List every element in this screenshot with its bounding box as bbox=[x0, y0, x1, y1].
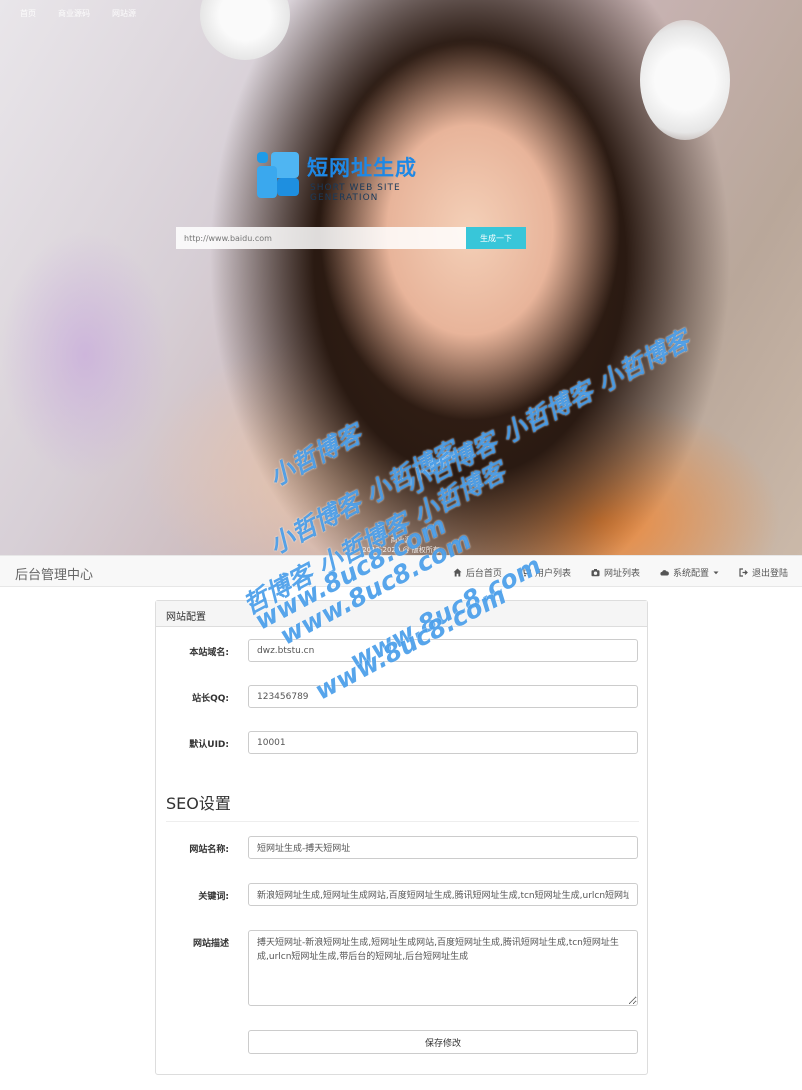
keywords-label: 关键词: bbox=[198, 892, 229, 902]
logo-title: 短网址生成 bbox=[307, 156, 417, 180]
uid-input[interactable] bbox=[248, 731, 638, 754]
seo-divider bbox=[166, 821, 639, 822]
nav-system-config[interactable]: 系统配置 bbox=[660, 566, 719, 579]
description-label: 网站描述 bbox=[192, 939, 229, 949]
site-name-label: 网站名称: bbox=[189, 845, 229, 855]
hero-nav-home[interactable]: 首页 bbox=[20, 8, 36, 19]
seo-section-title: SEO设置 bbox=[166, 794, 231, 813]
admin-navbar: 后台管理中心 后台首页 用户列表 网址列表 系统配置 退出登陆 bbox=[0, 555, 802, 587]
site-domain-input[interactable] bbox=[248, 639, 638, 662]
nav-user-list-label: 用户列表 bbox=[534, 568, 571, 579]
hero-top-nav: 首页 商业源码 网站源 bbox=[20, 8, 136, 19]
nav-logout-label: 退出登陆 bbox=[751, 568, 788, 579]
description-textarea[interactable]: 搏天短网址-新浪短网址生成,短网址生成网站,百度短网址生成,腾讯短网址生成,tc… bbox=[248, 930, 638, 1006]
admin-nav-links: 后台首页 用户列表 网址列表 系统配置 退出登陆 bbox=[453, 556, 788, 588]
url-generator-form: 生成一下 bbox=[176, 227, 526, 249]
generate-button[interactable]: 生成一下 bbox=[466, 227, 526, 249]
hero-nav-site-source[interactable]: 网站源 bbox=[112, 8, 136, 19]
site-name-input[interactable] bbox=[248, 836, 638, 859]
save-button[interactable]: 保存修改 bbox=[248, 1030, 638, 1054]
panel-heading: 网站配置 bbox=[156, 601, 647, 627]
cart-icon bbox=[521, 567, 531, 577]
url-input[interactable] bbox=[176, 227, 466, 249]
nav-user-list[interactable]: 用户列表 bbox=[521, 566, 571, 579]
keywords-input[interactable] bbox=[248, 883, 638, 906]
logout-icon bbox=[739, 567, 748, 577]
nav-dashboard[interactable]: 后台首页 bbox=[453, 566, 502, 579]
nav-system-config-label: 系统配置 bbox=[672, 568, 709, 579]
admin-brand[interactable]: 后台管理中心 bbox=[15, 564, 93, 583]
nav-url-list[interactable]: 网址列表 bbox=[591, 566, 640, 579]
qq-label: 站长QQ: bbox=[192, 694, 229, 704]
hero-flowers bbox=[0, 230, 170, 480]
hero-banner: 首页 商业源码 网站源 短网址生成 SHORT WEB SITE GENERAT… bbox=[0, 0, 802, 555]
hero-lace-right bbox=[640, 20, 730, 140]
nav-url-list-label: 网址列表 bbox=[603, 568, 640, 579]
cloud-icon bbox=[660, 568, 669, 577]
caret-down-icon bbox=[713, 568, 719, 577]
qq-input[interactable] bbox=[248, 685, 638, 708]
hero-nav-business-source[interactable]: 商业源码 bbox=[58, 8, 90, 19]
logo-mark-icon bbox=[255, 152, 301, 198]
hero-footer-line1: 商业源 bbox=[390, 536, 412, 544]
nav-dashboard-label: 后台首页 bbox=[465, 568, 502, 579]
home-icon bbox=[453, 568, 462, 577]
logo-subtitle: SHORT WEB SITE GENERATION bbox=[310, 183, 401, 203]
camera-icon bbox=[591, 568, 600, 577]
site-domain-label: 本站域名: bbox=[189, 648, 229, 658]
hero-lace-left bbox=[200, 0, 290, 60]
nav-logout[interactable]: 退出登陆 bbox=[739, 566, 788, 579]
hero-footer-line2: 2019-2020 @ 版权所有 bbox=[362, 546, 440, 554]
site-config-panel: 网站配置 本站域名: 站长QQ: 默认UID: SEO设置 网站名称: 关键词:… bbox=[155, 600, 648, 1075]
uid-label: 默认UID: bbox=[189, 740, 229, 750]
site-logo: 短网址生成 SHORT WEB SITE GENERATION bbox=[255, 152, 465, 203]
